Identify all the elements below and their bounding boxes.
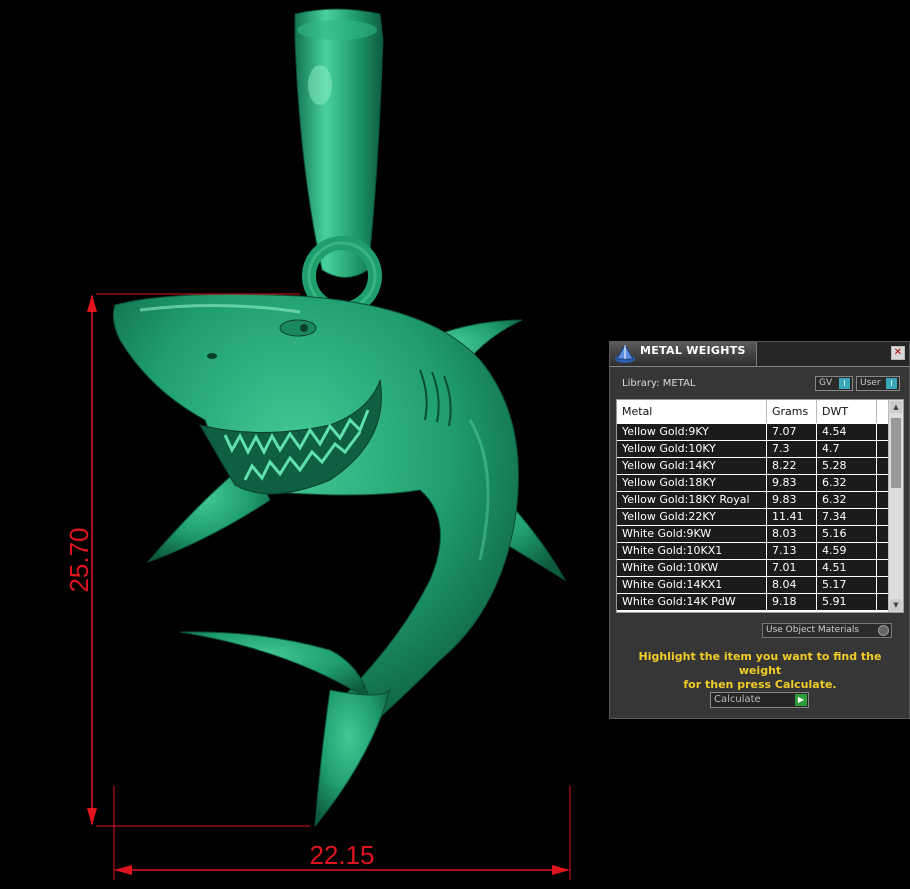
calculate-button[interactable]: Calculate ▶ [710, 692, 809, 708]
cell-grams: 8.22 [767, 458, 816, 474]
play-arrow-icon: ▶ [795, 694, 807, 706]
column-header-metal[interactable]: Metal [617, 400, 767, 423]
cell-metal: Yellow Gold:18KY [617, 475, 766, 491]
metal-table[interactable]: Metal Grams DWT Yellow Gold:9KY 7.07 4.54 … [616, 399, 904, 613]
scroll-thumb[interactable] [891, 418, 901, 488]
library-label: Library: METAL [622, 378, 696, 389]
table-row[interactable]: Yellow Gold:18KY 9.83 6.32 [617, 475, 889, 492]
cell-dwt: 5.91 [817, 594, 876, 610]
cell-grams: 9.83 [767, 475, 816, 491]
table-header: Metal Grams DWT [617, 400, 889, 423]
metal-weights-panel: METAL WEIGHTS ✕ Library: METAL GV I User… [609, 341, 910, 719]
cell-grams: 11.41 [767, 509, 816, 525]
width-dimension: 22.15 [113, 786, 571, 880]
panel-title: METAL WEIGHTS [640, 344, 746, 357]
table-row[interactable]: Yellow Gold:9KY 7.07 4.54 [617, 424, 889, 441]
cell-grams: 9.83 [767, 492, 816, 508]
cell-metal: Yellow Gold:10KY [617, 441, 766, 457]
cell-grams: 8.04 [767, 577, 816, 593]
cell-metal: Yellow Gold:22KY [617, 509, 766, 525]
cell-metal: Yellow Gold:9KY [617, 424, 766, 440]
cell-metal: White Gold:14KX1 [617, 577, 766, 593]
cell-metal: Yellow Gold:18KY Royal [617, 492, 766, 508]
use-object-materials-toggle[interactable]: Use Object Materials [762, 623, 892, 638]
column-header-dwt[interactable]: DWT [817, 400, 877, 423]
toggle-switch-icon: I [886, 378, 897, 389]
scroll-up-icon[interactable]: ▲ [890, 401, 902, 413]
cell-dwt: 4.54 [817, 424, 876, 440]
cell-metal: White Gold:9KW [617, 526, 766, 542]
user-toggle-label: User [860, 378, 881, 388]
instruction-line-1: Highlight the item you want to find the … [638, 650, 882, 677]
table-row[interactable]: White Gold:9KW 8.03 5.16 [617, 526, 889, 543]
cell-dwt: 7.34 [817, 509, 876, 525]
cell-metal: White Gold:10KX1 [617, 543, 766, 559]
cell-grams: 9.18 [767, 594, 816, 610]
divider [610, 366, 909, 367]
cell-dwt: 4.51 [817, 560, 876, 576]
table-row[interactable]: Yellow Gold:18KY Royal 9.83 6.32 [617, 492, 889, 509]
radio-icon [878, 625, 889, 636]
shark-pendant [112, 293, 567, 828]
height-label: 25.70 [64, 527, 94, 592]
cell-grams: 8.03 [767, 526, 816, 542]
table-row[interactable]: White Gold:14KX1 8.04 5.17 [617, 577, 889, 594]
use-object-materials-label: Use Object Materials [766, 625, 860, 635]
cell-dwt: 5.17 [817, 577, 876, 593]
table-row[interactable]: White Gold:14K PdW 9.18 5.91 [617, 594, 889, 611]
gv-toggle-label: GV [819, 378, 833, 388]
cell-dwt: 6.32 [817, 492, 876, 508]
cell-grams: 7.3 [767, 441, 816, 457]
panel-titlebar[interactable]: METAL WEIGHTS ✕ [610, 342, 909, 366]
cell-dwt: 4.7 [817, 441, 876, 457]
toggle-switch-icon: I [839, 378, 850, 389]
cell-grams: 7.07 [767, 424, 816, 440]
table-scrollbar[interactable]: ▲ ▼ [888, 400, 903, 612]
matrix-logo-icon [615, 344, 635, 363]
cell-grams: 7.13 [767, 543, 816, 559]
table-row[interactable]: White Gold:10KX1 7.13 4.59 [617, 543, 889, 560]
table-row[interactable]: Yellow Gold:10KY 7.3 4.7 [617, 441, 889, 458]
gv-toggle[interactable]: GV I [815, 376, 853, 391]
width-label: 22.15 [309, 840, 374, 870]
cell-dwt: 5.16 [817, 526, 876, 542]
scroll-down-icon[interactable]: ▼ [890, 599, 902, 611]
column-header-grams[interactable]: Grams [767, 400, 817, 423]
calculate-label: Calculate [714, 694, 761, 705]
cell-metal: Yellow Gold:14KY [617, 458, 766, 474]
table-row[interactable]: White Gold:10KW 7.01 4.51 [617, 560, 889, 577]
cell-metal: White Gold:10KW [617, 560, 766, 576]
cell-grams: 7.01 [767, 560, 816, 576]
cell-dwt: 5.28 [817, 458, 876, 474]
cell-dwt: 6.32 [817, 475, 876, 491]
instruction-line-2: for then press Calculate. [683, 678, 837, 691]
cell-dwt: 4.59 [817, 543, 876, 559]
instruction-text: Highlight the item you want to find the … [620, 650, 900, 692]
close-icon[interactable]: ✕ [891, 346, 905, 360]
panel-tab[interactable]: METAL WEIGHTS [610, 342, 757, 366]
table-row[interactable]: Yellow Gold:14KY 8.22 5.28 [617, 458, 889, 475]
cell-metal: White Gold:14K PdW [617, 594, 766, 610]
table-row[interactable]: Yellow Gold:22KY 11.41 7.34 [617, 509, 889, 526]
user-toggle[interactable]: User I [856, 376, 900, 391]
table-body: Yellow Gold:9KY 7.07 4.54 Yellow Gold:10KY… [617, 424, 889, 611]
